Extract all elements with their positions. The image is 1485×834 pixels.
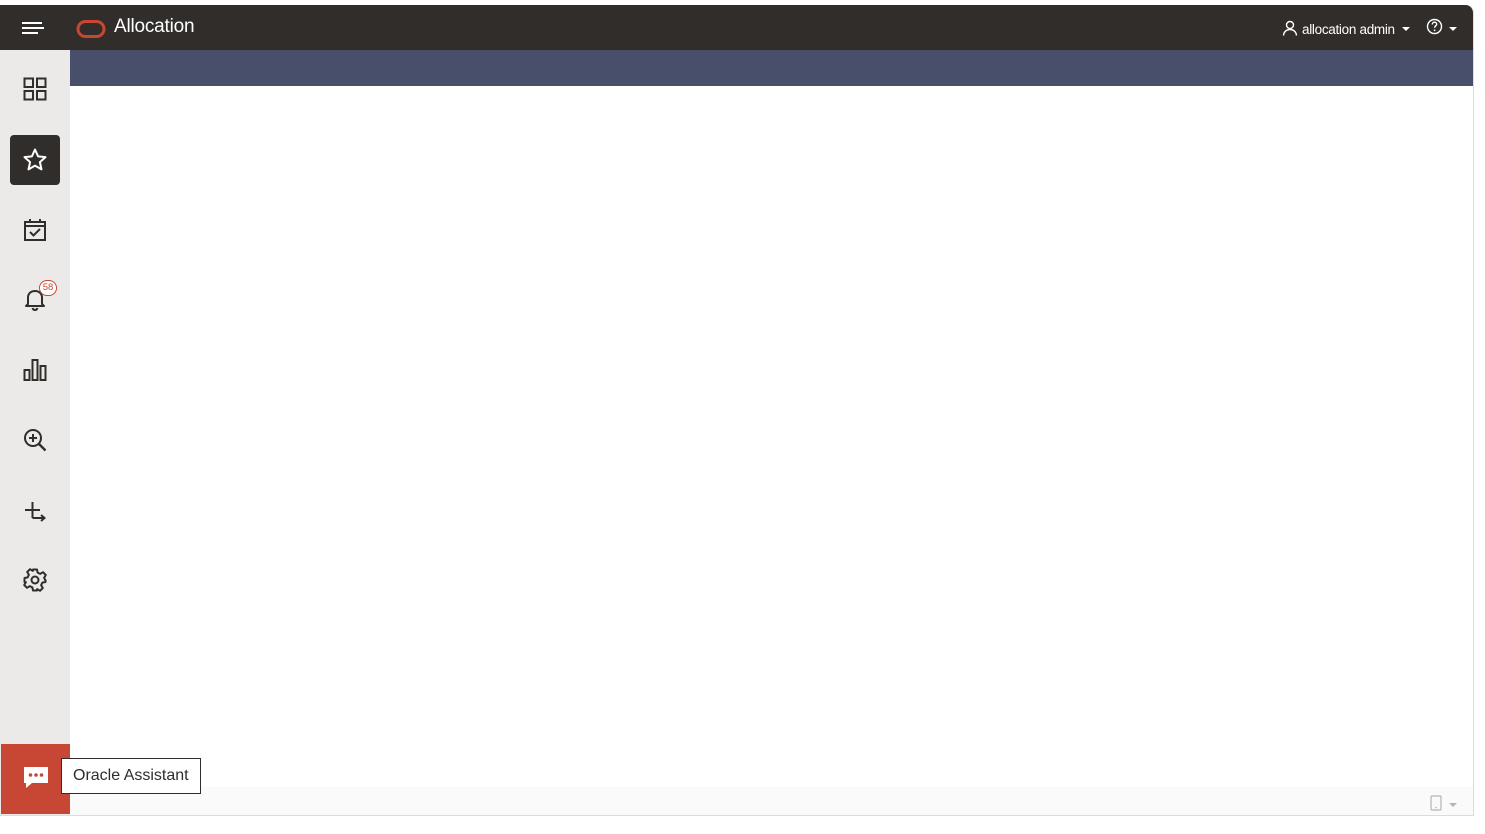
star-icon (22, 147, 48, 173)
chevron-down-icon (1448, 796, 1458, 814)
user-icon (1282, 20, 1298, 39)
side-navigation: 58 (0, 50, 70, 815)
sidebar-item-reports[interactable] (10, 345, 60, 395)
user-menu[interactable]: allocation admin (1282, 18, 1410, 40)
notification-count-badge: 58 (39, 280, 57, 296)
zoom-in-icon (22, 427, 48, 453)
footer-strip (70, 787, 1473, 815)
sidebar-item-tasks[interactable] (10, 205, 60, 255)
gear-icon (22, 567, 48, 593)
help-icon (1426, 18, 1443, 40)
grid-icon (22, 76, 48, 102)
sidebar-item-settings[interactable] (10, 555, 60, 605)
top-bar: Allocation allocation admin (0, 5, 1473, 50)
help-menu[interactable] (1426, 18, 1457, 40)
footer-tools[interactable] (1430, 794, 1464, 816)
chevron-down-icon (1401, 27, 1410, 31)
calendar-check-icon (22, 217, 48, 243)
chat-bubble-icon (21, 764, 51, 795)
oracle-assistant-button[interactable] (1, 744, 70, 814)
bar-chart-icon (22, 357, 48, 383)
page-header-strip (70, 50, 1473, 86)
sidebar-item-search[interactable] (10, 415, 60, 465)
oracle-logo-icon (76, 19, 106, 39)
sidebar-item-favorites[interactable] (10, 135, 60, 185)
user-name: allocation admin (1302, 21, 1395, 37)
sidebar-item-notifications[interactable]: 58 (10, 274, 60, 324)
app-window: Allocation allocation admin 58 Oracle As… (0, 5, 1474, 816)
tablet-icon (1430, 794, 1442, 816)
sidebar-item-create[interactable] (10, 486, 60, 536)
sidebar-item-dashboard[interactable] (10, 64, 60, 114)
hamburger-menu-icon[interactable] (20, 18, 46, 38)
plus-arrow-icon (22, 498, 48, 524)
app-title: Allocation (114, 16, 195, 37)
oracle-assistant-tooltip: Oracle Assistant (61, 758, 201, 794)
chevron-down-icon (1449, 27, 1457, 31)
